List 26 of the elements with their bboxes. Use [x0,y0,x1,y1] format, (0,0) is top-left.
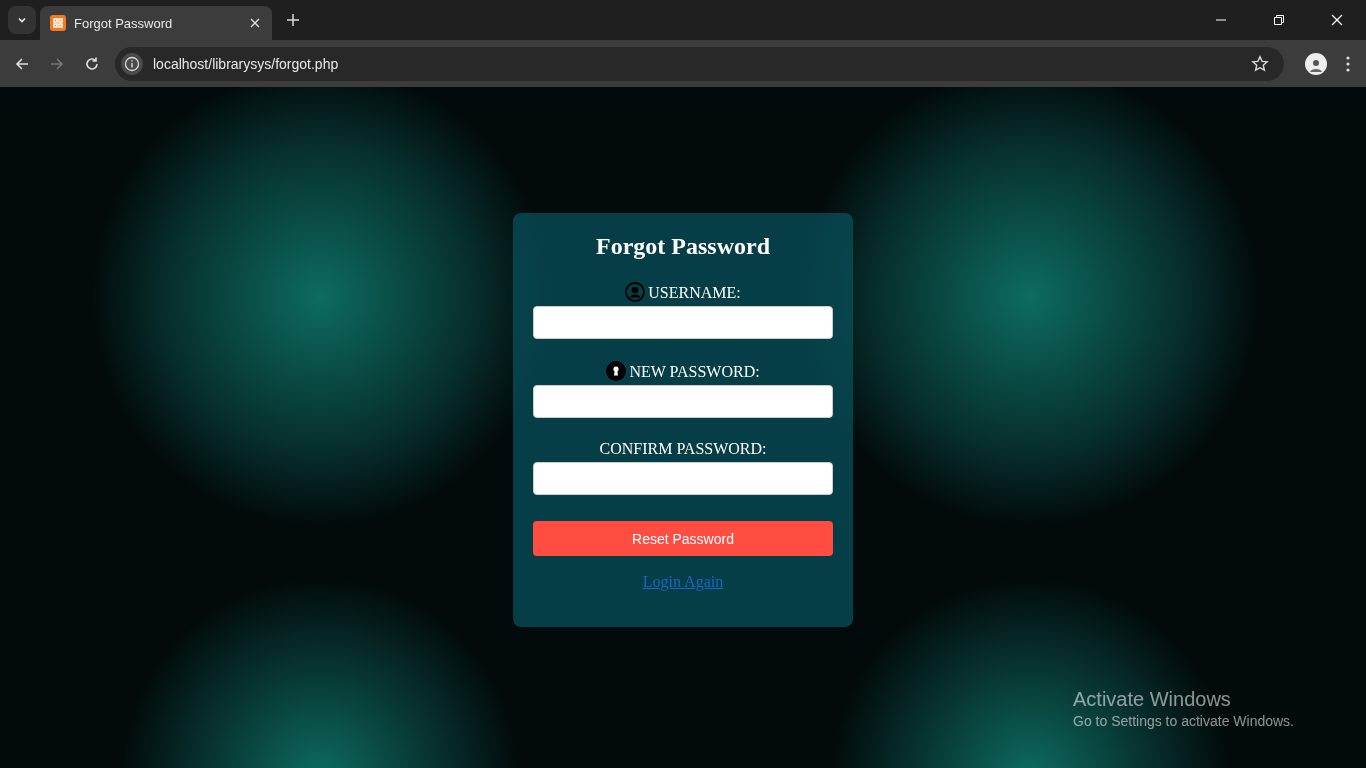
form-title: Forgot Password [596,233,770,260]
activation-notice-text: Go to Settings to activate Windows. [1073,713,1294,729]
url-text: localhost/librarysys/forgot.php [153,55,339,72]
back-arrow-icon[interactable] [14,55,30,72]
tab-title: Forgot Password [74,15,174,31]
menu-icon[interactable] [1346,55,1350,72]
restore-icon[interactable] [1273,14,1285,26]
address-bar[interactable]: localhost/librarysys/forgot.php [115,46,1284,81]
input-field[interactable] [533,462,833,495]
app-logo-icon [50,15,66,31]
star-icon[interactable] [1251,54,1269,73]
close-icon[interactable] [250,18,260,28]
new-tab-icon[interactable] [287,14,299,26]
activation-notice-title: Activate Windows [1073,688,1232,711]
info-icon[interactable] [121,52,143,75]
user-icon [625,282,646,302]
field-label: CONFIRM PASSWORD: [599,440,767,458]
avatar-icon[interactable] [1305,52,1327,75]
forward-arrow-icon[interactable] [49,55,65,72]
input-field[interactable] [533,385,833,418]
field-label: NEW PASSWORD: [629,363,760,381]
reload-icon[interactable] [84,55,100,72]
browser-tab[interactable]: Forgot Password [40,6,272,40]
field-label: USERNAME: [648,284,741,302]
input-field[interactable] [533,306,833,339]
keyhole-icon [606,361,627,381]
